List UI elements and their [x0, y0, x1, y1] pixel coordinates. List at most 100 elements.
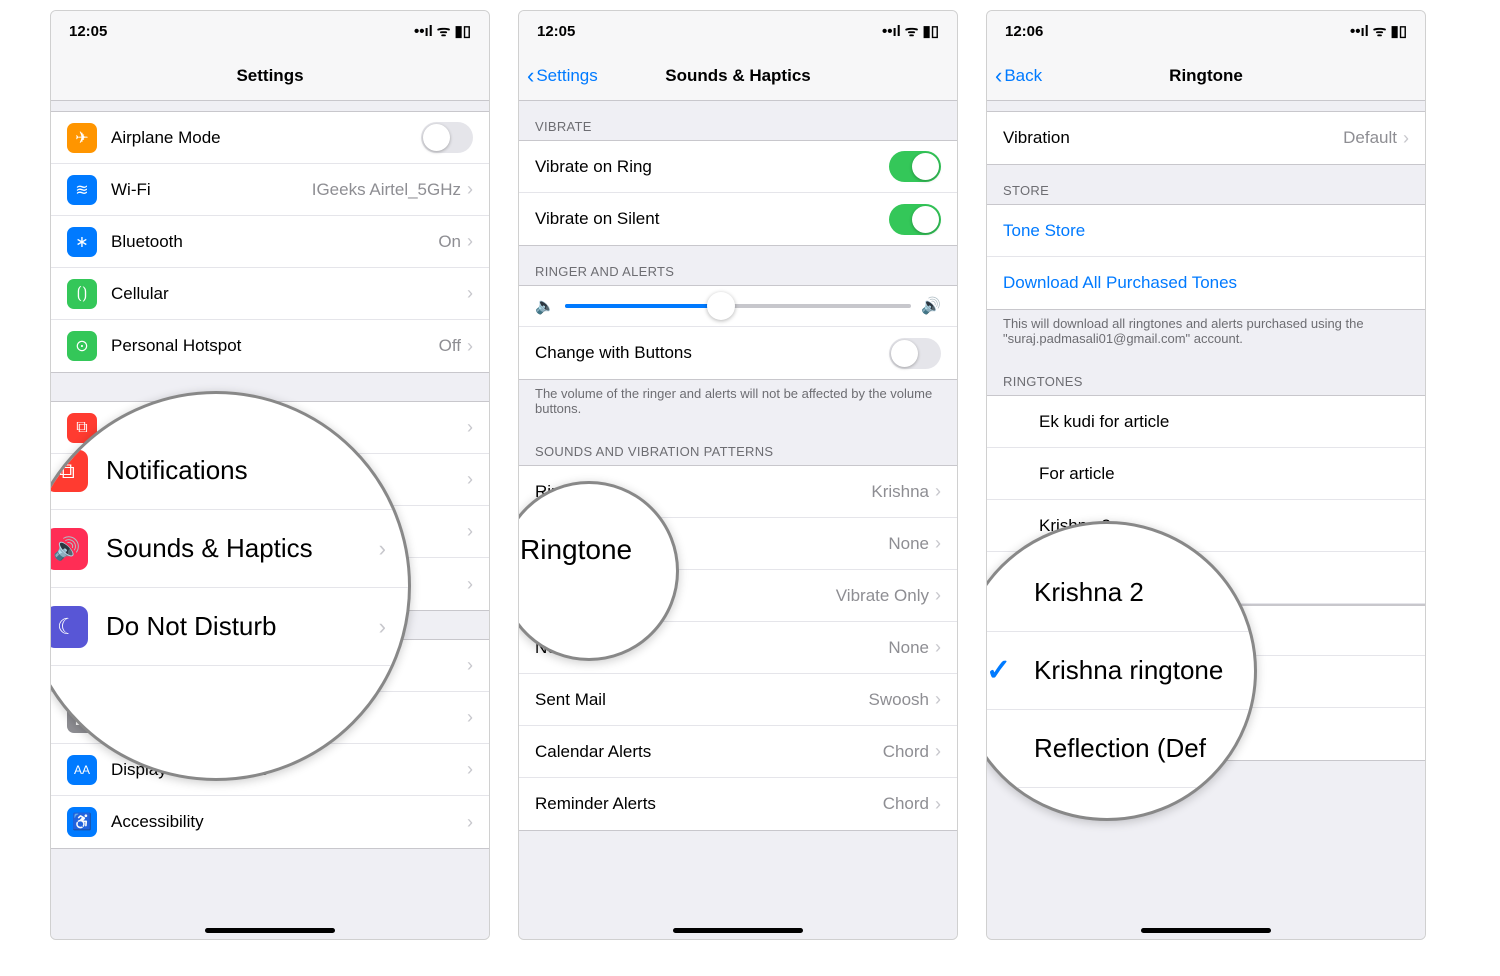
sound-row[interactable]: Reminder AlertsChord›: [519, 778, 957, 830]
row-vibration[interactable]: Vibration Default ›: [987, 112, 1425, 164]
chevron-right-icon: ›: [935, 481, 941, 502]
battery-icon: ▮▯: [454, 22, 471, 40]
ringtone-row[interactable]: Ek kudi for article: [987, 396, 1425, 448]
home-indicator[interactable]: [673, 928, 803, 933]
toggle-vibrate-silent[interactable]: [889, 204, 941, 235]
status-bar: 12:05 ••ıl ᯤ ▮▯: [51, 11, 489, 51]
status-icons: ••ıl ᯤ ▮▯: [882, 21, 939, 41]
chevron-right-icon: ›: [467, 655, 473, 676]
nav-title: Sounds & Haptics: [665, 66, 810, 86]
magnifier-row-label: Krishna 2: [1034, 577, 1144, 608]
settings-row-label: Personal Hotspot: [111, 336, 439, 356]
nav-bar: Settings: [51, 51, 489, 101]
ringtone-row-label: Ek kudi for article: [1039, 412, 1409, 432]
toggle[interactable]: [421, 122, 473, 153]
status-bar: 12:05 ••ıl ᯤ ▮▯: [519, 11, 957, 51]
wifi-icon: ᯤ: [905, 21, 919, 41]
volume-high-icon: 🔊: [921, 296, 941, 316]
chevron-right-icon: ›: [467, 759, 473, 780]
phone-settings: 12:05 ••ıl ᯤ ▮▯ Settings ✈ Airplane Mode ≋…: [50, 10, 490, 940]
store-note: This will download all ringtones and ale…: [987, 310, 1425, 356]
magnifier-row: ✓Krishna ringtone: [986, 632, 1254, 710]
chevron-right-icon: ›: [467, 707, 473, 728]
chevron-right-icon: ›: [467, 812, 473, 833]
settings-row-icon: ♿: [67, 807, 97, 837]
settings-row[interactable]: ∗BluetoothOn›: [51, 216, 489, 268]
back-button[interactable]: ‹ Back: [995, 65, 1042, 87]
chevron-right-icon: ›: [935, 741, 941, 762]
slider-track[interactable]: [565, 304, 911, 308]
chevron-right-icon: ›: [467, 231, 473, 252]
chevron-left-icon: ‹: [995, 65, 1002, 87]
home-indicator[interactable]: [1141, 928, 1271, 933]
sound-row-label: Sent Mail: [535, 690, 869, 710]
magnifier-row-label: Reflection (Def: [1034, 733, 1206, 764]
row-change-with-buttons[interactable]: Change with Buttons: [519, 327, 957, 379]
chevron-right-icon: ›: [467, 574, 473, 595]
chevron-right-icon: ›: [935, 689, 941, 710]
back-label: Settings: [536, 66, 597, 86]
row-vibrate-on-ring[interactable]: Vibrate on Ring: [519, 141, 957, 193]
magnifier-row: ☾ Do Not Disturb ›: [50, 588, 408, 666]
chevron-right-icon: ›: [467, 417, 473, 438]
settings-row[interactable]: ⊙Personal HotspotOff›: [51, 320, 489, 372]
status-time: 12:05: [69, 23, 107, 40]
sound-row[interactable]: Sent MailSwoosh›: [519, 674, 957, 726]
back-label: Back: [1004, 66, 1042, 86]
row-vibrate-on-silent[interactable]: Vibrate on Silent: [519, 193, 957, 245]
magnifier-row-icon: ☾: [50, 606, 88, 648]
sound-row-detail: None: [888, 534, 929, 554]
settings-row[interactable]: ⟮⟯Cellular›: [51, 268, 489, 320]
toggle-change-buttons[interactable]: [889, 338, 941, 369]
magnifier-row-label: Do Not Disturb: [106, 611, 277, 642]
magnifier-row-label: Sounds & Haptics: [106, 533, 313, 564]
settings-row-icon: ∗: [67, 227, 97, 257]
sound-row-detail: Chord: [883, 794, 929, 814]
sound-row[interactable]: Calendar AlertsChord›: [519, 726, 957, 778]
signal-icon: ••ıl: [414, 23, 433, 40]
nav-bar: ‹ Settings Sounds & Haptics: [519, 51, 957, 101]
settings-row-icon: ⟮⟯: [67, 279, 97, 309]
nav-title: Ringtone: [1169, 66, 1243, 86]
magnifier-row: Reflection (Def: [986, 710, 1254, 788]
battery-icon: ▮▯: [1390, 22, 1407, 40]
settings-row-icon: ≋: [67, 175, 97, 205]
status-time: 12:05: [537, 23, 575, 40]
row-tone-store[interactable]: Tone Store: [987, 205, 1425, 257]
sound-row-detail: None: [888, 638, 929, 658]
settings-row[interactable]: ♿Accessibility›: [51, 796, 489, 848]
section-store: STORE: [987, 165, 1425, 204]
ringtone-list[interactable]: Vibration Default › STORE Tone Store Dow…: [987, 101, 1425, 939]
sound-row-label: Reminder Alerts: [535, 794, 883, 814]
wifi-icon: ᯤ: [1373, 21, 1387, 41]
volume-low-icon: 🔈: [535, 296, 555, 316]
magnifier-row-label: Krishna ringtone: [1034, 655, 1223, 686]
chevron-right-icon: ›: [1403, 128, 1409, 149]
settings-row-icon: ✈: [67, 123, 97, 153]
chevron-right-icon: ›: [935, 637, 941, 658]
settings-row-label: Bluetooth: [111, 232, 438, 252]
ringer-volume-slider[interactable]: 🔈 🔊: [519, 286, 957, 327]
back-button[interactable]: ‹ Settings: [527, 65, 598, 87]
chevron-right-icon: ›: [467, 336, 473, 357]
home-indicator[interactable]: [205, 928, 335, 933]
nav-title: Settings: [236, 66, 303, 86]
row-download-tones[interactable]: Download All Purchased Tones: [987, 257, 1425, 309]
settings-row-detail: Off: [439, 336, 461, 356]
settings-row[interactable]: ✈ Airplane Mode: [51, 112, 489, 164]
status-bar: 12:06 ••ıl ᯤ ▮▯: [987, 11, 1425, 51]
toggle-vibrate-ring[interactable]: [889, 151, 941, 182]
status-icons: ••ıl ᯤ ▮▯: [1350, 21, 1407, 41]
status-icons: ••ıl ᯤ ▮▯: [414, 21, 471, 41]
status-time: 12:06: [1005, 23, 1043, 40]
chevron-right-icon: ›: [935, 533, 941, 554]
magnifier-row-icon: 🔊: [50, 528, 88, 570]
chevron-right-icon: ›: [379, 614, 386, 640]
settings-row-label: Airplane Mode: [111, 128, 421, 148]
ringtone-row[interactable]: For article: [987, 448, 1425, 500]
magnifier-row-label: Notifications: [106, 455, 248, 486]
chevron-left-icon: ‹: [527, 65, 534, 87]
signal-icon: ••ıl: [882, 23, 901, 40]
settings-row[interactable]: ≋Wi-FiIGeeks Airtel_5GHz›: [51, 164, 489, 216]
phone-sounds-haptics: 12:05 ••ıl ᯤ ▮▯ ‹ Settings Sounds & Hapt…: [518, 10, 958, 940]
